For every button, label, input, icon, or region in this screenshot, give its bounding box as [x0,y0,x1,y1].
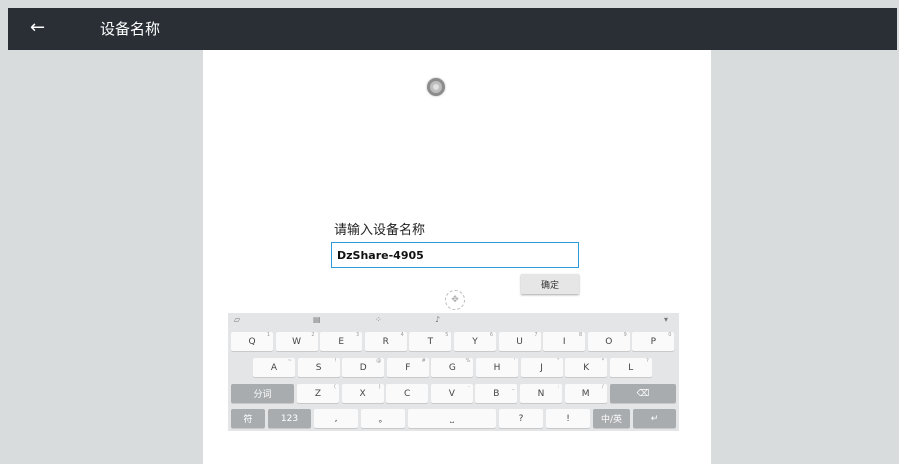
key-c[interactable]: C [386,384,429,403]
page-title: 设备名称 [100,20,161,38]
key-lang-switch[interactable]: 中/英 [593,409,630,428]
backspace-key[interactable]: ⌫ [610,384,676,403]
key-n[interactable]: N: [520,384,562,403]
key-comma[interactable]: , [314,409,358,428]
soft-keyboard: ▱ ▤ ⁘ ♪ ▾ Q 1 W 2 E 3 R 4 T 5 Y 6 U 7 I 8 O 9 P 0 A ~ S! D @ F # G%… [228,313,679,431]
key-exclaim[interactable]: ! [546,409,590,428]
key-u[interactable]: U7 [498,332,541,351]
key-q[interactable]: Q1 [231,332,273,351]
keyboard-toolbar: ▱ ▤ ⁘ ♪ ▾ [228,313,679,328]
key-l[interactable]: L? [609,358,652,377]
key-h[interactable]: H ' [476,358,518,377]
loading-spinner-icon [427,78,445,96]
key-j[interactable]: J " [520,358,563,377]
key-o[interactable]: O9 [587,332,630,351]
key-space[interactable]: ⎵ [408,409,496,428]
key-question[interactable]: ? [499,409,543,428]
device-name-input[interactable] [331,242,579,268]
key-m[interactable]: M / [564,384,607,403]
key-a[interactable]: A ~ [253,358,295,377]
key-d[interactable]: D @ [342,358,385,377]
confirm-button[interactable]: 确定 [521,274,579,294]
key-k[interactable]: K * [565,358,608,377]
key-z[interactable]: Z( [297,384,339,403]
arrow-left-icon[interactable]: ← [30,17,45,39]
key-segment[interactable]: 分词 [231,384,294,403]
key-r[interactable]: R4 [364,332,407,351]
key-b[interactable]: B _ [475,384,518,403]
cursor-move-icon[interactable]: ⁘ [375,315,382,324]
key-i[interactable]: I8 [543,332,586,351]
key-t[interactable]: T5 [409,332,452,351]
key-e[interactable]: E3 [320,332,363,351]
key-v[interactable]: V- [430,384,473,403]
key-x[interactable]: X) [341,384,384,403]
key-w[interactable]: W2 [275,332,318,351]
key-enter[interactable]: ↵ [633,409,676,428]
key-f[interactable]: F # [386,358,429,377]
key-g[interactable]: G% [431,358,474,377]
collapse-keyboard-icon[interactable]: ▾ [664,315,668,324]
device-name-prompt: 请输入设备名称 [334,223,426,238]
app-bar: ← 设备名称 [8,8,897,50]
key-y[interactable]: Y6 [454,332,496,351]
drag-handle-icon[interactable]: ✥ [445,290,465,310]
key-numbers[interactable]: 123 [268,409,311,428]
clipboard-icon[interactable]: ▱ [228,315,246,324]
microphone-icon[interactable]: ♪ [435,315,440,324]
key-symbols[interactable]: 符 [231,409,265,428]
key-s[interactable]: S! [297,358,340,377]
key-p[interactable]: P0 [632,332,675,351]
keyboard-layout-icon[interactable]: ▤ [313,315,321,324]
key-period[interactable]: 。 [361,409,405,428]
